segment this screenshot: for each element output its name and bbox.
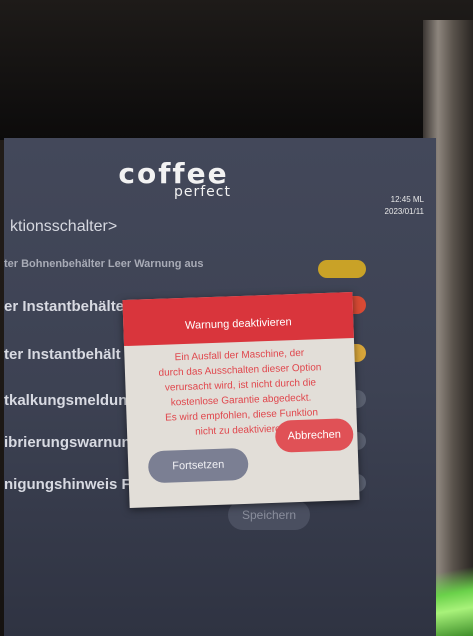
setting-label: tkalkungsmeldung — [4, 392, 137, 409]
setting-label: ibrierungswarnung — [4, 434, 140, 451]
warning-dialog: Warnung deaktivieren Ein Ausfall der Mas… — [122, 292, 360, 508]
date-label: 2023/01/11 — [384, 207, 424, 216]
setting-row: ter Bohnenbehälter Leer Warnung aus — [4, 248, 436, 288]
time-label: 12:45 ML — [390, 195, 424, 204]
continue-button[interactable]: Fortsetzen — [147, 447, 249, 484]
device-top — [0, 0, 473, 140]
setting-label: ter Instantbehält — [4, 346, 121, 363]
save-button[interactable]: Speichern — [228, 500, 310, 530]
breadcrumb: ktionsschalter> — [10, 218, 118, 235]
cancel-button[interactable]: Abbrechen — [274, 418, 354, 453]
clock: 12:45 ML 2023/01/11 — [385, 194, 424, 218]
setting-label: ter Bohnenbehälter Leer Warnung aus — [4, 258, 204, 270]
brand-logo: coffee perfect — [116, 160, 231, 201]
setting-label: nigungshinweis F — [4, 476, 131, 493]
setting-toggle[interactable] — [318, 260, 366, 278]
logo-bottom-text: perfect — [174, 184, 231, 200]
dialog-title: Warnung deaktivieren — [122, 292, 354, 347]
